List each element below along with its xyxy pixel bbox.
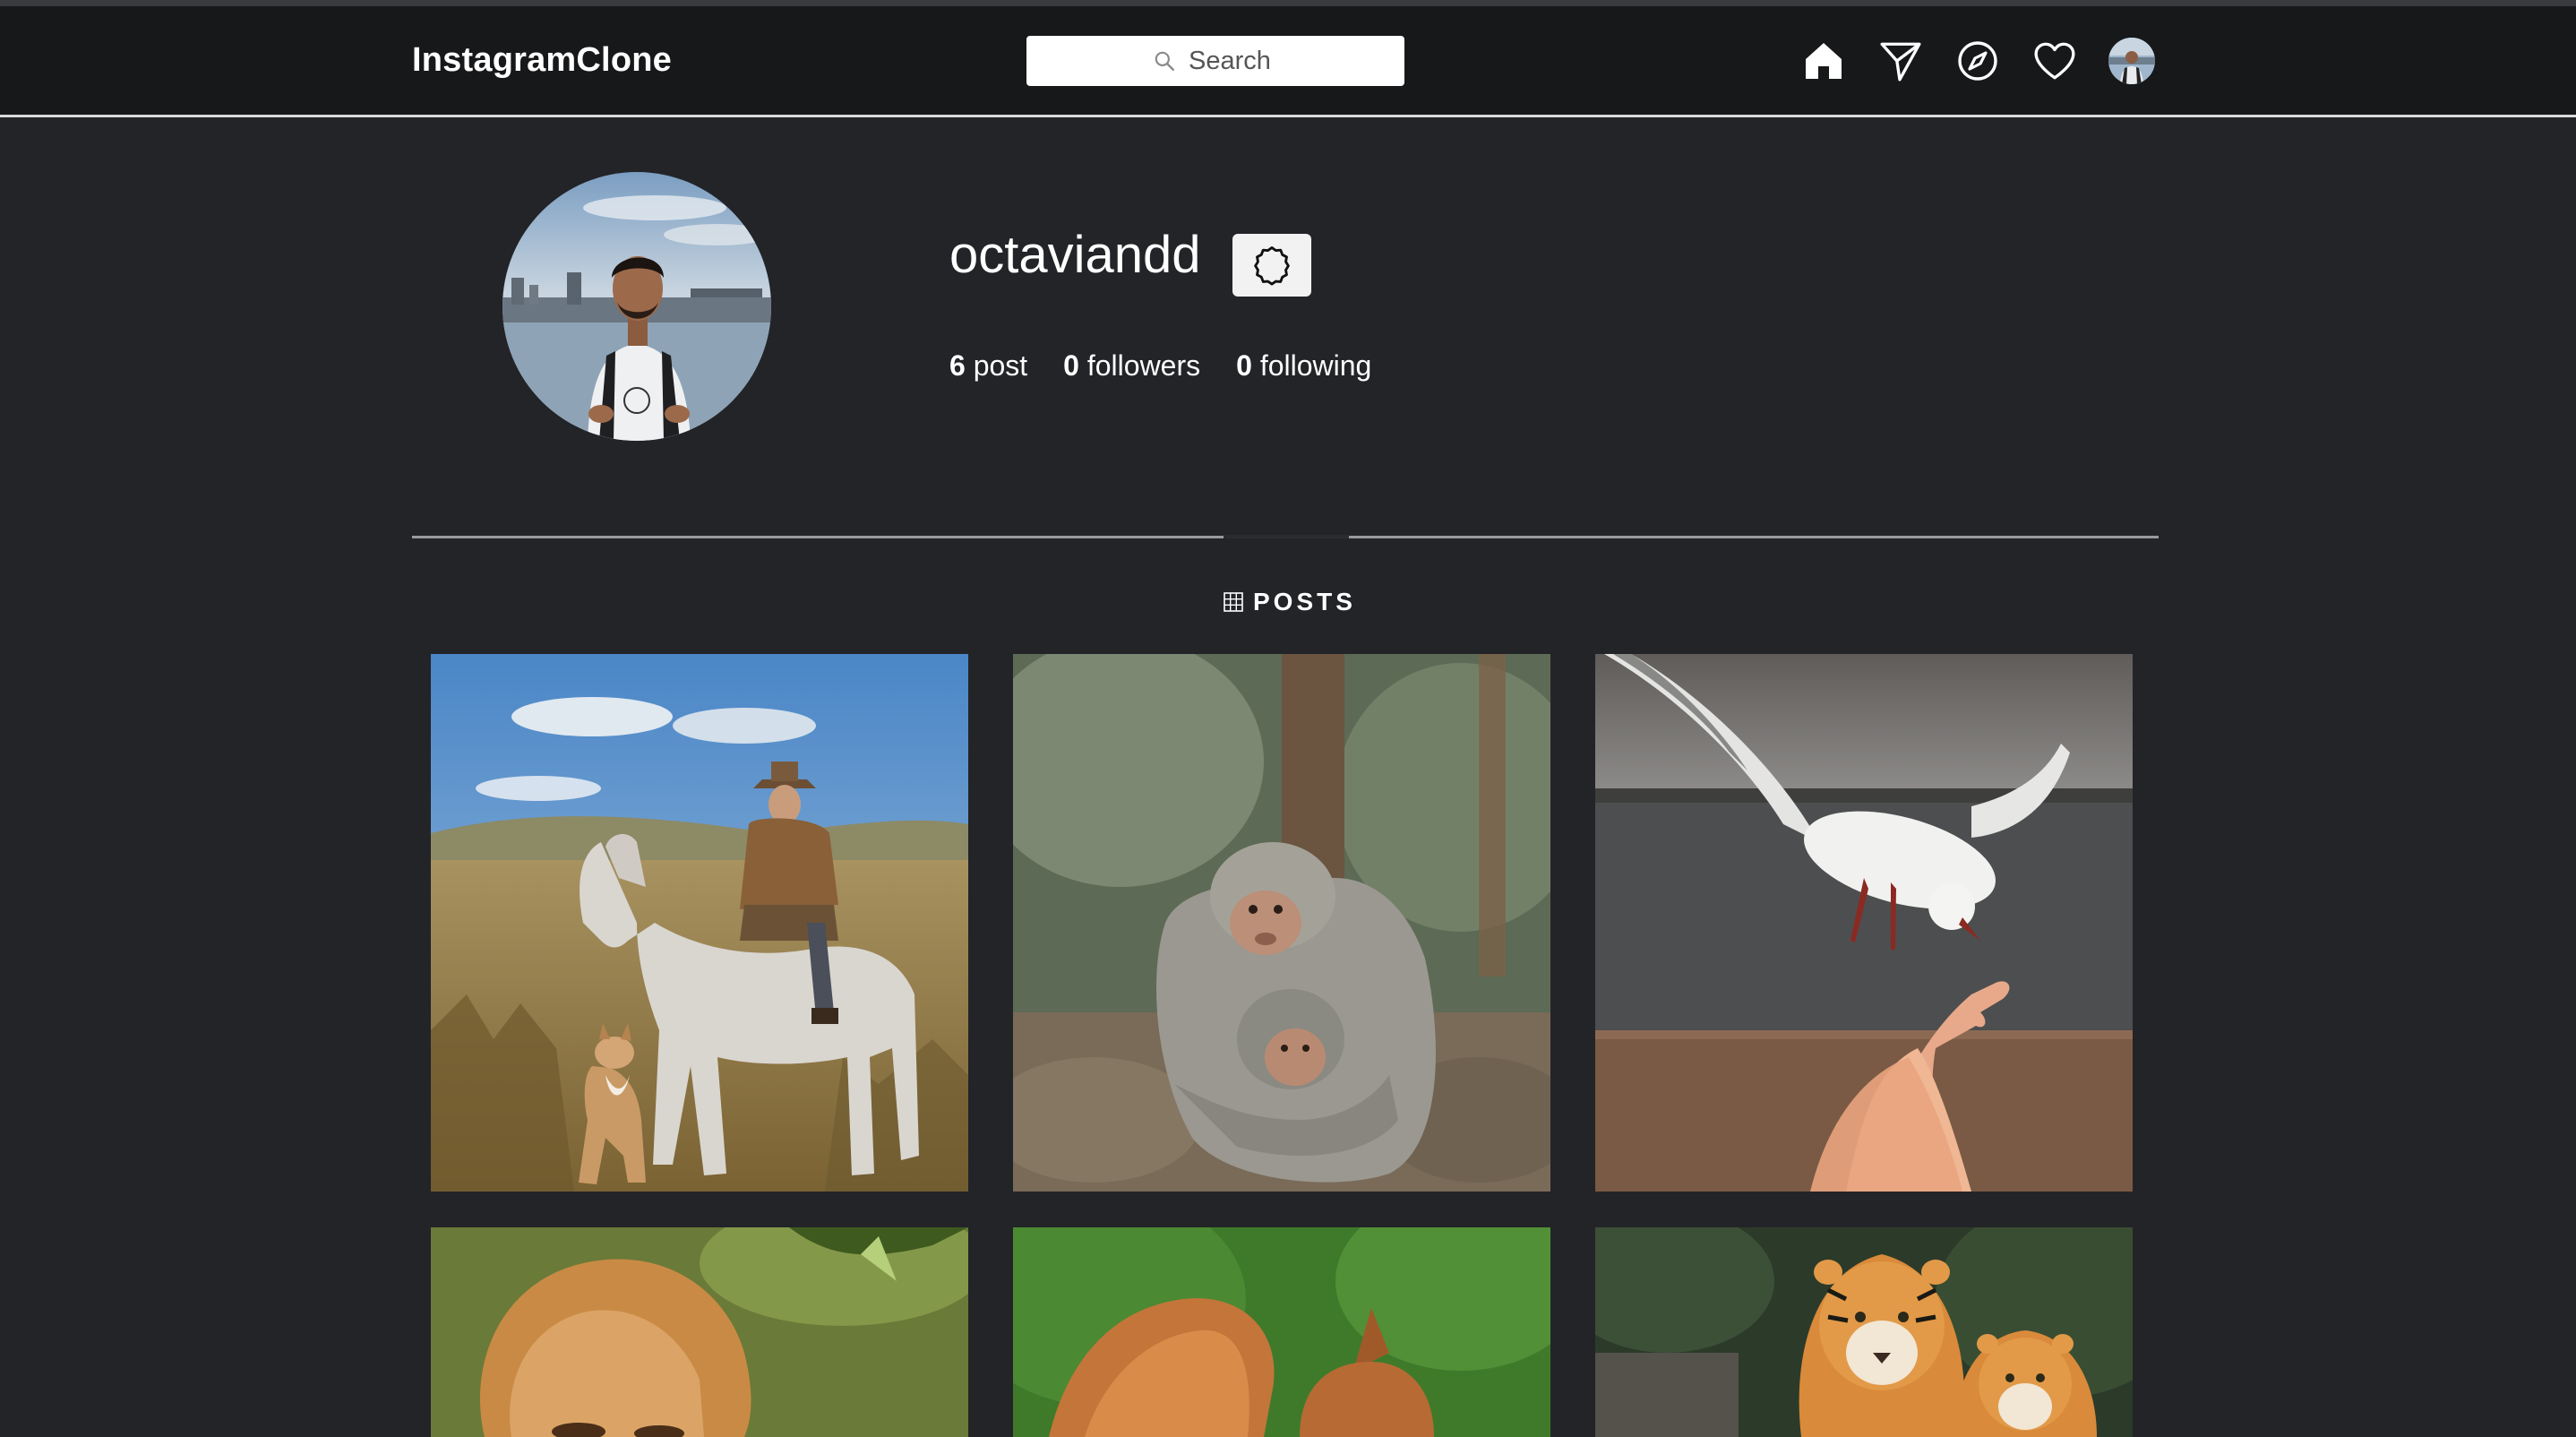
home-icon[interactable]: [1800, 38, 1847, 84]
post-image-seagull: [1595, 654, 2133, 1192]
settings-button[interactable]: [1232, 234, 1311, 297]
post-image-tigers: [1595, 1227, 2133, 1437]
post-tile[interactable]: [1013, 654, 1550, 1192]
search-box[interactable]: [1026, 36, 1404, 86]
profile-username: octaviandd: [949, 226, 1201, 284]
top-navbar: InstagramClone: [0, 6, 2576, 117]
search-input[interactable]: [1189, 46, 1278, 76]
profile-stats: 6 post 0 followers 0 following: [949, 349, 1407, 383]
window-top-strip: [0, 0, 2576, 6]
followers-count[interactable]: 0 followers: [1063, 349, 1200, 383]
posts-count: 6 post: [949, 349, 1028, 382]
explore-compass-icon[interactable]: [1954, 38, 2001, 84]
grid-icon: [1224, 592, 1243, 612]
divider: [1349, 536, 2159, 538]
avatar[interactable]: [2108, 37, 2155, 84]
post-image-squirrel: [1013, 1227, 1550, 1437]
heart-icon[interactable]: [2031, 38, 2078, 84]
post-tile[interactable]: [1595, 654, 2133, 1192]
post-tile[interactable]: [431, 654, 968, 1192]
post-image-lion: [431, 1227, 968, 1437]
tab-posts-label: POSTS: [1253, 588, 1356, 615]
profile-avatar[interactable]: [502, 172, 771, 441]
active-tab-indicator: [1224, 535, 1349, 538]
tab-posts[interactable]: POSTS: [1223, 582, 1356, 622]
post-image-monkey: [1013, 654, 1550, 1192]
nav-icons: [1800, 6, 2155, 115]
direct-message-icon[interactable]: [1877, 38, 1924, 84]
post-tile[interactable]: [431, 1227, 968, 1437]
search-icon: [1155, 51, 1174, 71]
settings-gear-icon: [1254, 246, 1290, 286]
divider: [412, 536, 1224, 538]
following-count[interactable]: 0 following: [1236, 349, 1371, 383]
brand-logo[interactable]: InstagramClone: [412, 6, 672, 115]
post-tile[interactable]: [1013, 1227, 1550, 1437]
post-tile[interactable]: [1595, 1227, 2133, 1437]
post-image-horse-rider: [431, 654, 968, 1192]
